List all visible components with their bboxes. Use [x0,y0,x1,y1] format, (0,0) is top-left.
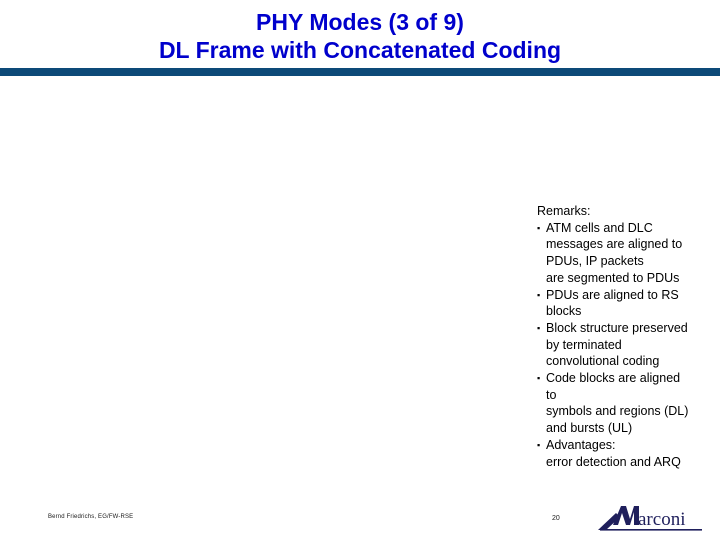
remark-line: PDUs, IP packets [546,254,644,269]
list-item: ▪ PDUs are aligned to RS blocks [537,287,717,320]
remarks-heading: Remarks: [537,204,591,218]
list-item: ▪ Code blocks are aligned to symbols and… [537,370,717,437]
remark-line: messages are aligned to [546,237,683,252]
footer-author-text: Bernd Friedrichs, EG/FW-RSE [48,514,134,520]
remark-line: and bursts (UL) [546,421,633,436]
remark-line: by terminated [546,337,622,352]
bullet-icon: ▪ [537,373,541,384]
remark-line: blocks [546,304,582,319]
remark-line: are segmented to PDUs [546,270,680,285]
page-title-line-1: PHY Modes (3 of 9) [256,9,464,35]
bullet-icon: ▪ [537,439,541,450]
remark-line: symbols and regions (DL) [546,404,689,419]
remark-line: convolutional coding [546,354,660,369]
footer-page-number: 20 [552,515,560,522]
marconi-logo: arconi [596,503,706,535]
bullet-icon: ▪ [537,322,541,333]
title-divider-rule [0,68,720,76]
remark-line: error detection and ARQ [546,454,681,469]
remark-line: PDUs are aligned to RS [546,287,679,302]
remark-line: Code blocks are aligned [546,371,681,386]
remark-line: Block structure preserved [546,320,688,335]
list-item: ▪ ATM cells and DLC messages are aligned… [537,220,717,287]
bullet-icon: ▪ [537,222,541,233]
slide-body: Remarks: ▪ ATM cells and DLC messages ar… [0,76,720,500]
page-title: PHY Modes (3 of 9) DL Frame with Concate… [0,8,720,64]
list-item: ▪ Block structure preserved by terminate… [537,320,717,370]
marconi-wordmark: arconi [638,509,685,530]
list-item: ▪ Advantages: error detection and ARQ [537,437,717,470]
remark-line: ATM cells and DLC [546,220,653,235]
frame-diagram-canvas [0,76,530,500]
remark-line: to [546,387,557,402]
bullet-icon: ▪ [537,289,541,300]
remark-line: Advantages: [546,437,616,452]
remarks-block: Remarks: ▪ ATM cells and DLC messages ar… [537,203,717,470]
page-title-line-2: DL Frame with Concatenated Coding [158,37,562,63]
